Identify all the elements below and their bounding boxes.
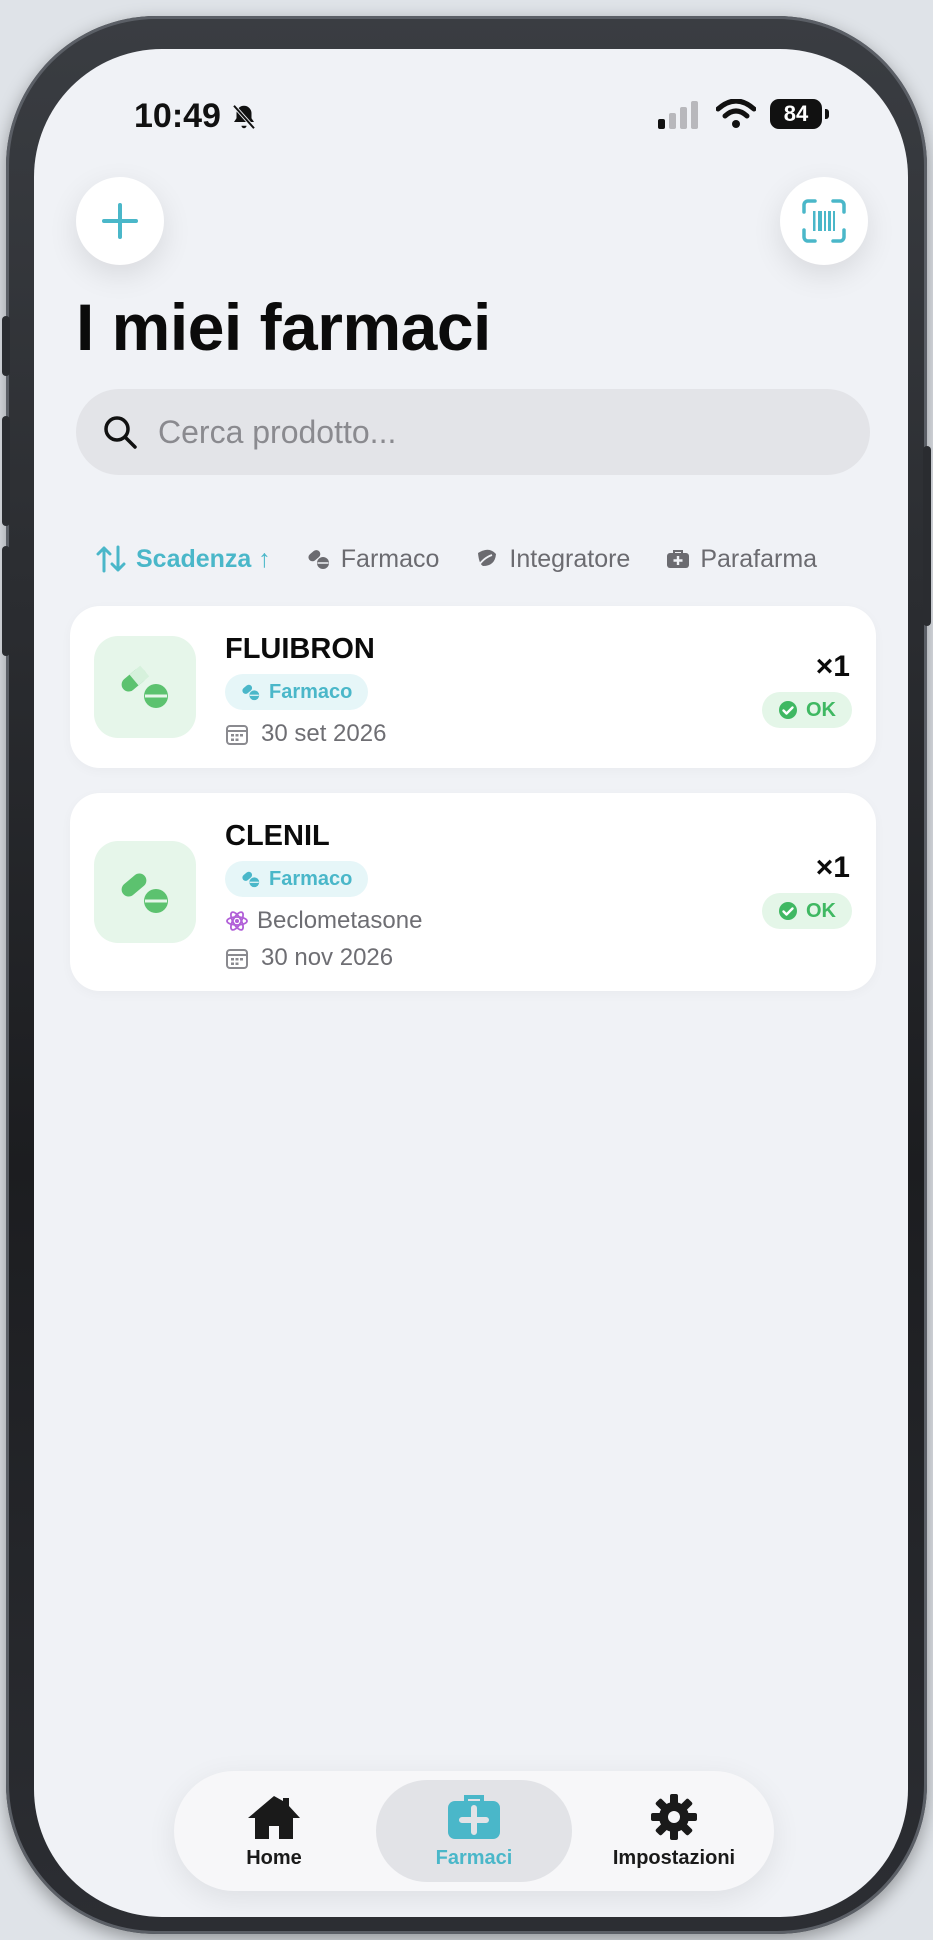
power-button — [923, 446, 931, 626]
pills-icon — [121, 873, 168, 913]
category-label: Farmaco — [269, 867, 353, 890]
filter-chip-scadenza[interactable]: Scadenza ↑ — [96, 545, 271, 574]
tab-label: Home — [246, 1846, 302, 1869]
active-ingredient-row: Beclometasone — [225, 907, 422, 935]
expiry-row: 30 nov 2026 — [225, 944, 393, 972]
status-bar-time: 10:49 — [134, 97, 259, 136]
battery-icon: 84 — [770, 99, 829, 129]
product-card-clenil[interactable]: CLENIL Farmaco Beclometasone 30 nov 2026… — [70, 793, 876, 991]
calendar-icon — [226, 949, 248, 969]
bottom-tab-bar: Home Farmaci Impostazioni — [174, 1771, 774, 1891]
expiry-date: 30 set 2026 — [261, 720, 387, 747]
mute-switch — [2, 316, 10, 376]
gear-icon — [651, 1793, 697, 1840]
kit-icon — [667, 550, 690, 568]
status-badge: OK — [762, 893, 852, 929]
pills-icon — [308, 550, 329, 569]
signal-icon — [658, 101, 698, 129]
status-bar-indicators: 84 — [658, 99, 829, 129]
category-badge: Farmaco — [225, 861, 369, 897]
category-badge: Farmaco — [225, 674, 369, 710]
plus-icon — [102, 203, 138, 239]
category-label: Farmaco — [269, 680, 353, 703]
check-badge-icon — [779, 902, 797, 920]
filter-chip-parafarma[interactable]: Parafarma — [666, 545, 817, 574]
active-ingredient: Beclometasone — [257, 907, 423, 934]
wifi-icon — [716, 99, 756, 128]
barcode-scan-icon — [802, 199, 846, 243]
quantity-text: ×1 — [815, 851, 850, 884]
filter-chip-label: Scadenza ↑ — [136, 544, 271, 573]
check-badge-icon — [779, 701, 797, 719]
page-title: I miei farmaci — [76, 290, 491, 364]
expiry-row: 30 set 2026 — [225, 720, 386, 748]
phone-frame: 10:49 84 I miei farmaci Cerca prodotto..… — [2, 16, 931, 1934]
pills-icon — [121, 665, 168, 708]
pills-icon — [242, 871, 260, 888]
product-thumbnail — [94, 841, 196, 943]
search-bar[interactable] — [76, 389, 870, 475]
tab-impostazioni[interactable]: Impostazioni — [576, 1780, 772, 1882]
search-input[interactable] — [156, 412, 800, 452]
battery-level: 84 — [783, 101, 809, 126]
filter-chip-farmaco[interactable]: Farmaco — [307, 544, 440, 574]
status-label: OK — [806, 698, 836, 721]
product-card-fluibron[interactable]: FLUIBRON Farmaco 30 set 2026 ×1 OK — [70, 606, 876, 768]
app-screen: 10:49 84 I miei farmaci Cerca prodotto..… — [34, 49, 908, 1917]
sort-icon — [96, 545, 126, 573]
product-name: FLUIBRON — [225, 633, 375, 665]
status-badge: OK — [762, 692, 852, 728]
quantity-text: ×1 — [815, 650, 850, 683]
calendar-icon — [226, 725, 248, 745]
home-icon — [248, 1795, 300, 1839]
status-label: OK — [806, 899, 836, 922]
bell-mute-icon — [232, 104, 256, 129]
atom-icon — [226, 911, 248, 931]
filter-chip-label: Integratore — [509, 544, 631, 573]
filter-chip-integratore[interactable]: Integratore — [475, 545, 630, 574]
tab-label: Farmaci — [435, 1846, 513, 1869]
filter-chip-label: Farmaco — [340, 544, 440, 573]
medkit-icon — [448, 1794, 500, 1839]
filter-bar[interactable]: Scadenza ↑ Farmaco Integratore Parafarma — [76, 534, 908, 584]
filter-chip-label: Parafarma — [700, 544, 818, 573]
scan-barcode-button[interactable] — [780, 177, 868, 265]
search-icon — [104, 416, 137, 449]
volume-down-button — [2, 546, 10, 656]
tab-label: Impostazioni — [612, 1846, 736, 1869]
time-text: 10:49 — [134, 97, 221, 135]
tab-home[interactable]: Home — [176, 1780, 372, 1882]
add-product-button[interactable] — [76, 177, 164, 265]
tab-farmaci[interactable]: Farmaci — [376, 1780, 572, 1882]
volume-up-button — [2, 416, 10, 526]
pills-icon — [242, 684, 260, 701]
product-name: CLENIL — [225, 820, 330, 852]
expiry-date: 30 nov 2026 — [261, 944, 394, 971]
product-thumbnail — [94, 636, 196, 738]
leaf-icon — [476, 549, 497, 569]
